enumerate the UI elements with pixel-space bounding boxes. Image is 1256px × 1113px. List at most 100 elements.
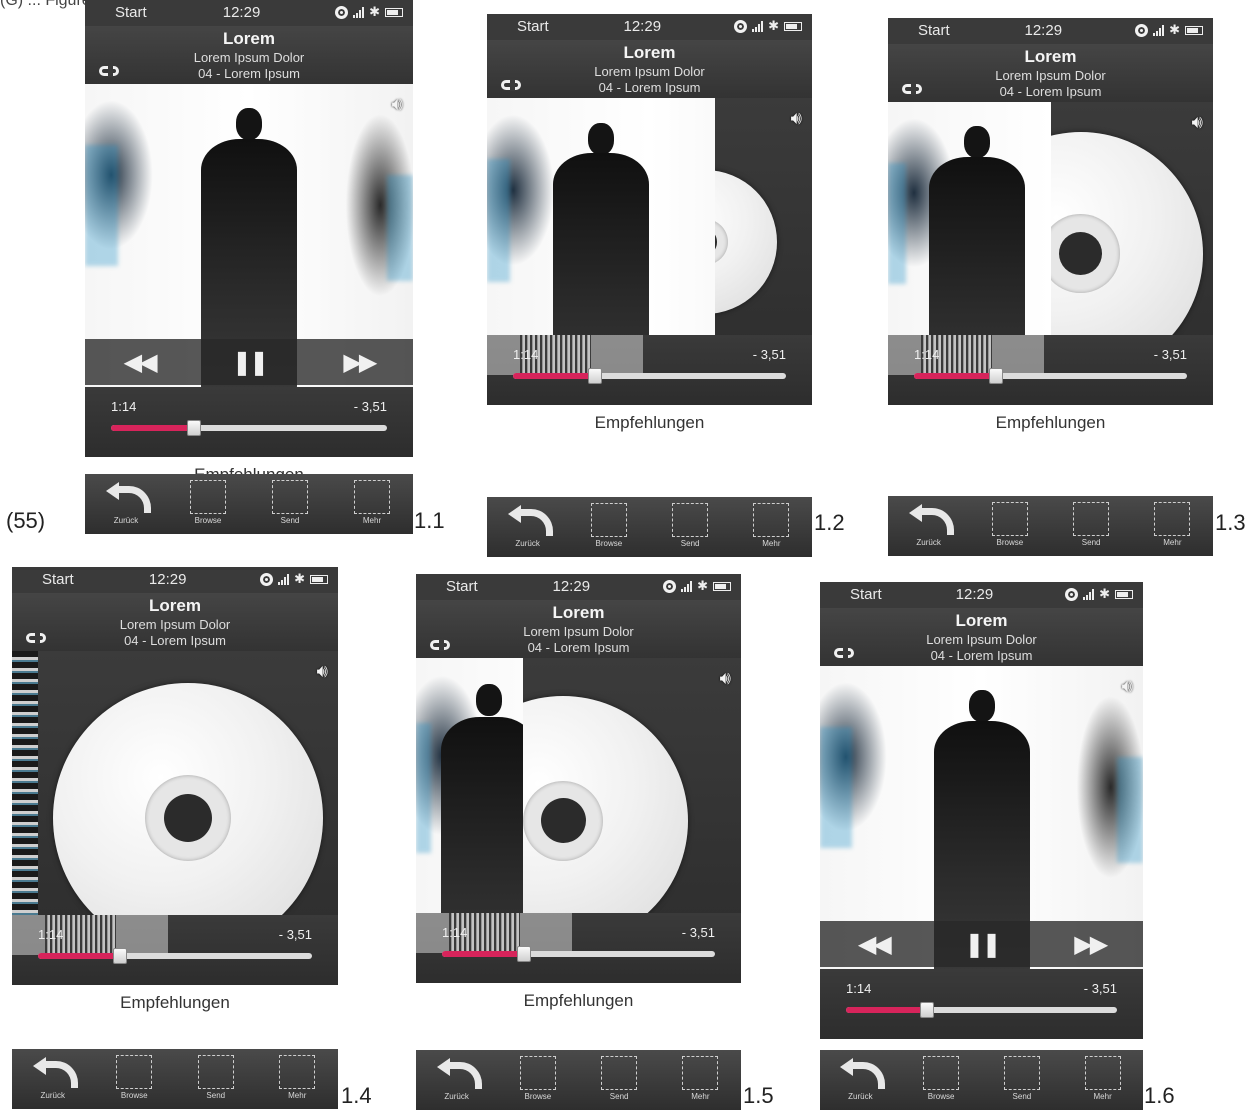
remaining-time: - 3,51 <box>681 925 715 940</box>
progress-thumb[interactable] <box>113 948 127 964</box>
tab-send[interactable]: Send <box>1001 1056 1043 1101</box>
repeat-icon[interactable] <box>99 65 119 77</box>
tab-browse[interactable]: Browse <box>113 1055 155 1100</box>
tab-back[interactable]: Zurück <box>507 503 553 548</box>
repeat-icon[interactable] <box>902 83 922 95</box>
next-icon[interactable]: ▶▶ <box>1074 930 1108 958</box>
recommendations-label[interactable]: Empfehlungen <box>416 983 741 1050</box>
speaker-icon[interactable]: 🔊︎ <box>720 668 731 689</box>
record-icon <box>335 5 349 19</box>
tab-back[interactable]: Zurück <box>436 1056 482 1101</box>
status-start-label[interactable]: Start <box>517 18 549 35</box>
placeholder-icon <box>272 480 308 514</box>
progress-slider[interactable] <box>442 946 715 962</box>
progress-zone: 1:14 - 3,51 <box>416 913 741 983</box>
status-start-label[interactable]: Start <box>115 4 147 21</box>
progress-slider[interactable] <box>846 1002 1117 1018</box>
progress-thumb[interactable] <box>187 420 201 436</box>
remaining-time: - 3,51 <box>353 399 387 414</box>
battery-icon <box>1115 589 1133 599</box>
progress-slider[interactable] <box>513 368 786 384</box>
status-start-label[interactable]: Start <box>446 578 478 595</box>
progress-thumb[interactable] <box>920 1002 934 1018</box>
repeat-icon[interactable] <box>834 647 854 659</box>
progress-fill <box>914 373 996 379</box>
tab-more[interactable]: Mehr <box>679 1056 721 1101</box>
recommendations-label[interactable]: Empfehlungen <box>888 405 1213 496</box>
previous-icon[interactable]: ◀◀ <box>858 930 892 958</box>
placeholder-icon <box>590 503 627 537</box>
speaker-icon[interactable]: 🔊︎ <box>1122 676 1133 697</box>
track-title: Lorem <box>623 43 676 62</box>
tab-label: Send <box>1012 1092 1032 1101</box>
pause-icon[interactable]: ❚❚ <box>232 348 269 376</box>
progress-zone: 1:14 - 3,51 <box>487 335 812 405</box>
placeholder-icon <box>519 1056 556 1090</box>
recommendations-label[interactable]: Empfehlungen <box>487 405 812 497</box>
tab-back[interactable]: Zurück <box>908 502 954 547</box>
tab-send[interactable]: Send <box>269 480 311 525</box>
progress-thumb[interactable] <box>989 368 1003 384</box>
next-icon[interactable]: ▶▶ <box>343 348 377 376</box>
tab-browse[interactable]: Browse <box>187 480 229 525</box>
bluetooth-icon: ✱ <box>369 4 380 19</box>
tab-send[interactable]: Send <box>1070 502 1112 547</box>
tab-label: Browse <box>996 538 1024 547</box>
status-start-label[interactable]: Start <box>918 22 950 39</box>
screen-number: 1.2 <box>814 510 845 535</box>
track-number: 04 - Lorem Ipsum <box>598 80 701 95</box>
track-info: Lorem Lorem Ipsum Dolor 04 - Lorem Ipsum <box>487 40 812 98</box>
tab-browse[interactable]: Browse <box>517 1056 559 1101</box>
tab-label: Browse <box>927 1092 955 1101</box>
progress-slider[interactable] <box>111 420 387 436</box>
status-time: 12:29 <box>623 18 662 35</box>
tab-browse[interactable]: Browse <box>588 503 630 548</box>
progress-zone: 1:14 - 3,51 <box>820 969 1143 1039</box>
speaker-icon[interactable]: 🔊︎ <box>791 108 802 129</box>
pause-icon[interactable]: ❚❚ <box>964 930 1001 958</box>
track-number: 04 - Lorem Ipsum <box>999 84 1102 99</box>
status-start-label[interactable]: Start <box>850 586 882 603</box>
tab-send[interactable]: Send <box>195 1055 237 1100</box>
tab-more[interactable]: Mehr <box>276 1055 318 1100</box>
recommendations-label[interactable]: Empfehlungen <box>820 1039 1143 1066</box>
tab-label: Send <box>1081 538 1101 547</box>
tab-more[interactable]: Mehr <box>351 480 393 525</box>
tab-back[interactable]: Zurück <box>32 1055 78 1100</box>
recommendations-label[interactable]: Empfehlungen <box>85 457 413 484</box>
status-bar: Start 12:29 ✱ <box>820 582 1143 608</box>
progress-thumb[interactable] <box>517 946 531 962</box>
progress-slider[interactable] <box>914 368 1187 384</box>
silhouette-head <box>964 126 991 159</box>
tab-send[interactable]: Send <box>598 1056 640 1101</box>
speaker-icon[interactable]: 🔊︎ <box>317 661 328 682</box>
progress-thumb[interactable] <box>588 368 602 384</box>
tab-browse[interactable]: Browse <box>989 502 1031 547</box>
tab-label: Mehr <box>1093 1092 1112 1101</box>
recommendations-label[interactable]: Empfehlungen <box>12 985 338 1049</box>
signal-icon <box>752 20 764 32</box>
progress-slider[interactable] <box>38 948 312 964</box>
track-number: 04 - Lorem Ipsum <box>930 648 1033 663</box>
status-start-label[interactable]: Start <box>42 571 74 588</box>
tab-more[interactable]: Mehr <box>1082 1056 1124 1101</box>
tab-send[interactable]: Send <box>669 503 711 548</box>
repeat-icon[interactable] <box>26 632 46 644</box>
tab-back[interactable]: Zurück <box>839 1056 886 1101</box>
elapsed-time: 1:14 <box>846 981 872 996</box>
speaker-icon[interactable]: 🔊︎ <box>1192 112 1203 133</box>
tab-browse[interactable]: Browse <box>920 1056 962 1101</box>
signal-icon <box>278 573 290 585</box>
tab-more[interactable]: Mehr <box>750 503 792 548</box>
speaker-icon[interactable]: 🔊︎ <box>392 94 403 115</box>
track-info: Lorem Lorem Ipsum Dolor 04 - Lorem Ipsum <box>85 26 413 84</box>
status-time: 12:29 <box>1024 22 1063 39</box>
signal-icon <box>1083 588 1095 600</box>
tab-label: Send <box>206 1091 226 1100</box>
previous-icon[interactable]: ◀◀ <box>124 348 158 376</box>
repeat-icon[interactable] <box>501 79 521 91</box>
screen-number: 1.5 <box>743 1083 774 1108</box>
repeat-icon[interactable] <box>430 639 450 651</box>
tab-back[interactable]: Zurück <box>105 480 151 525</box>
tab-more[interactable]: Mehr <box>1151 502 1193 547</box>
